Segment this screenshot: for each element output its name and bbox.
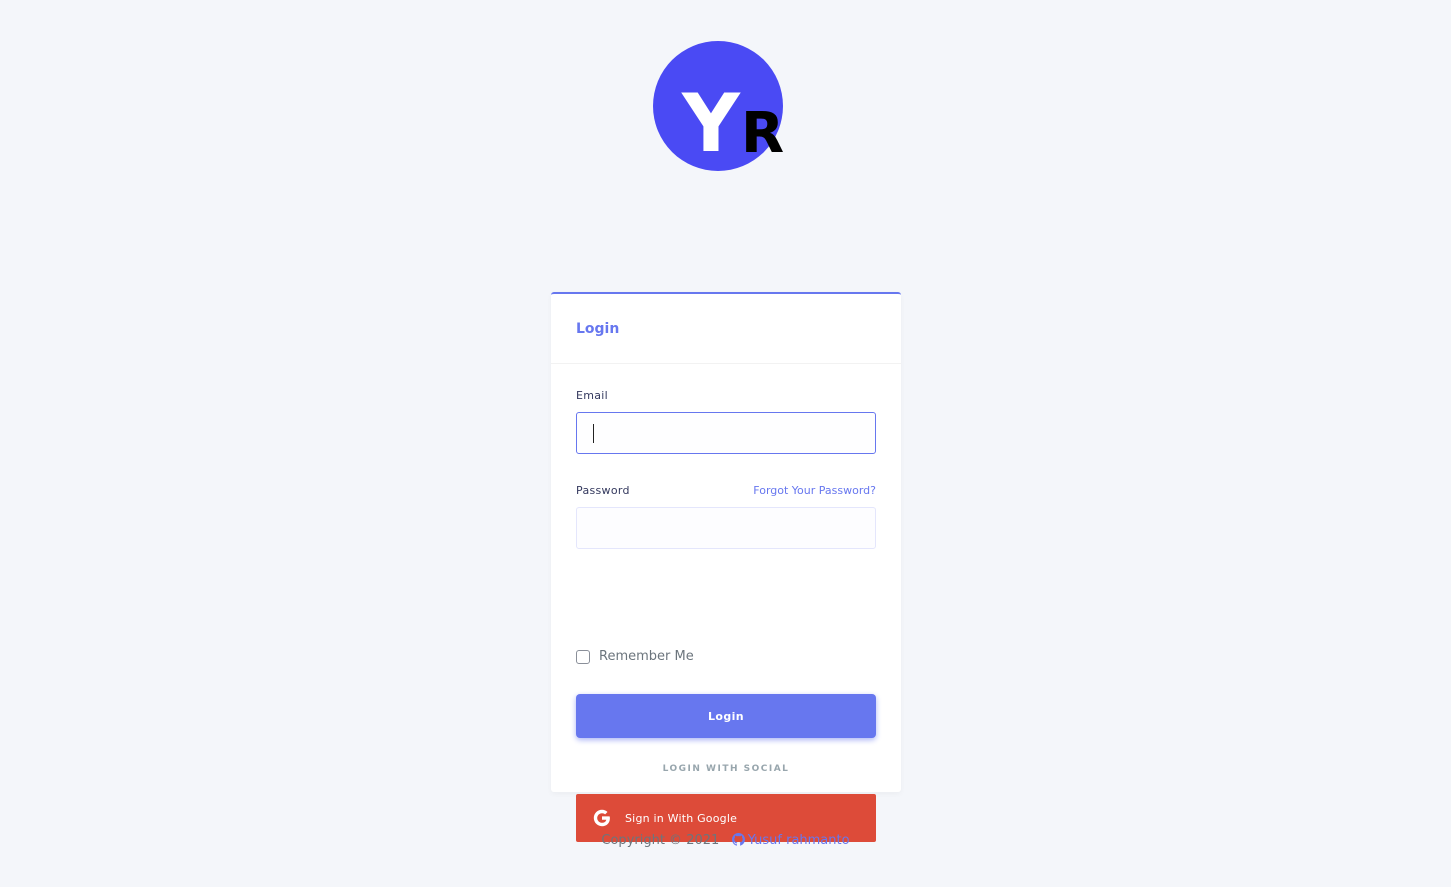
remember-me-checkbox[interactable] xyxy=(576,649,590,664)
text-caret xyxy=(593,424,594,443)
login-card: Login Email Password Forgot Your Passwor… xyxy=(551,292,901,842)
card-title: Login xyxy=(576,321,620,337)
google-icon xyxy=(592,808,612,828)
logo-letter-y: Y xyxy=(681,77,741,170)
forgot-password-link[interactable]: Forgot Your Password? xyxy=(753,484,876,497)
login-page: Y R Login Email Password Forgot Your Pas… xyxy=(0,0,1451,887)
email-label: Email xyxy=(576,389,609,402)
password-input[interactable] xyxy=(576,507,876,549)
author-link[interactable]: Yusuf rahmanto xyxy=(731,833,850,848)
footer: Copyright © 2021 Yusuf rahmanto xyxy=(0,833,1451,848)
author-name[interactable]: Yusuf rahmanto xyxy=(748,833,850,848)
social-login-heading: LOGIN WITH SOCIAL xyxy=(662,764,790,774)
yr-logo: Y R xyxy=(653,41,791,173)
login-button[interactable]: Login xyxy=(576,694,876,738)
email-input[interactable] xyxy=(576,412,876,454)
card-header: Login xyxy=(551,294,901,364)
google-signin-label[interactable]: Sign in With Google xyxy=(625,812,737,825)
remember-me-label[interactable]: Remember Me xyxy=(599,649,694,664)
copyright-text: Copyright © 2021 xyxy=(601,833,720,848)
password-label: Password xyxy=(576,484,630,497)
github-icon xyxy=(731,833,745,846)
logo-letter-r: R xyxy=(741,101,784,166)
remember-me[interactable]: Remember Me xyxy=(576,649,694,664)
